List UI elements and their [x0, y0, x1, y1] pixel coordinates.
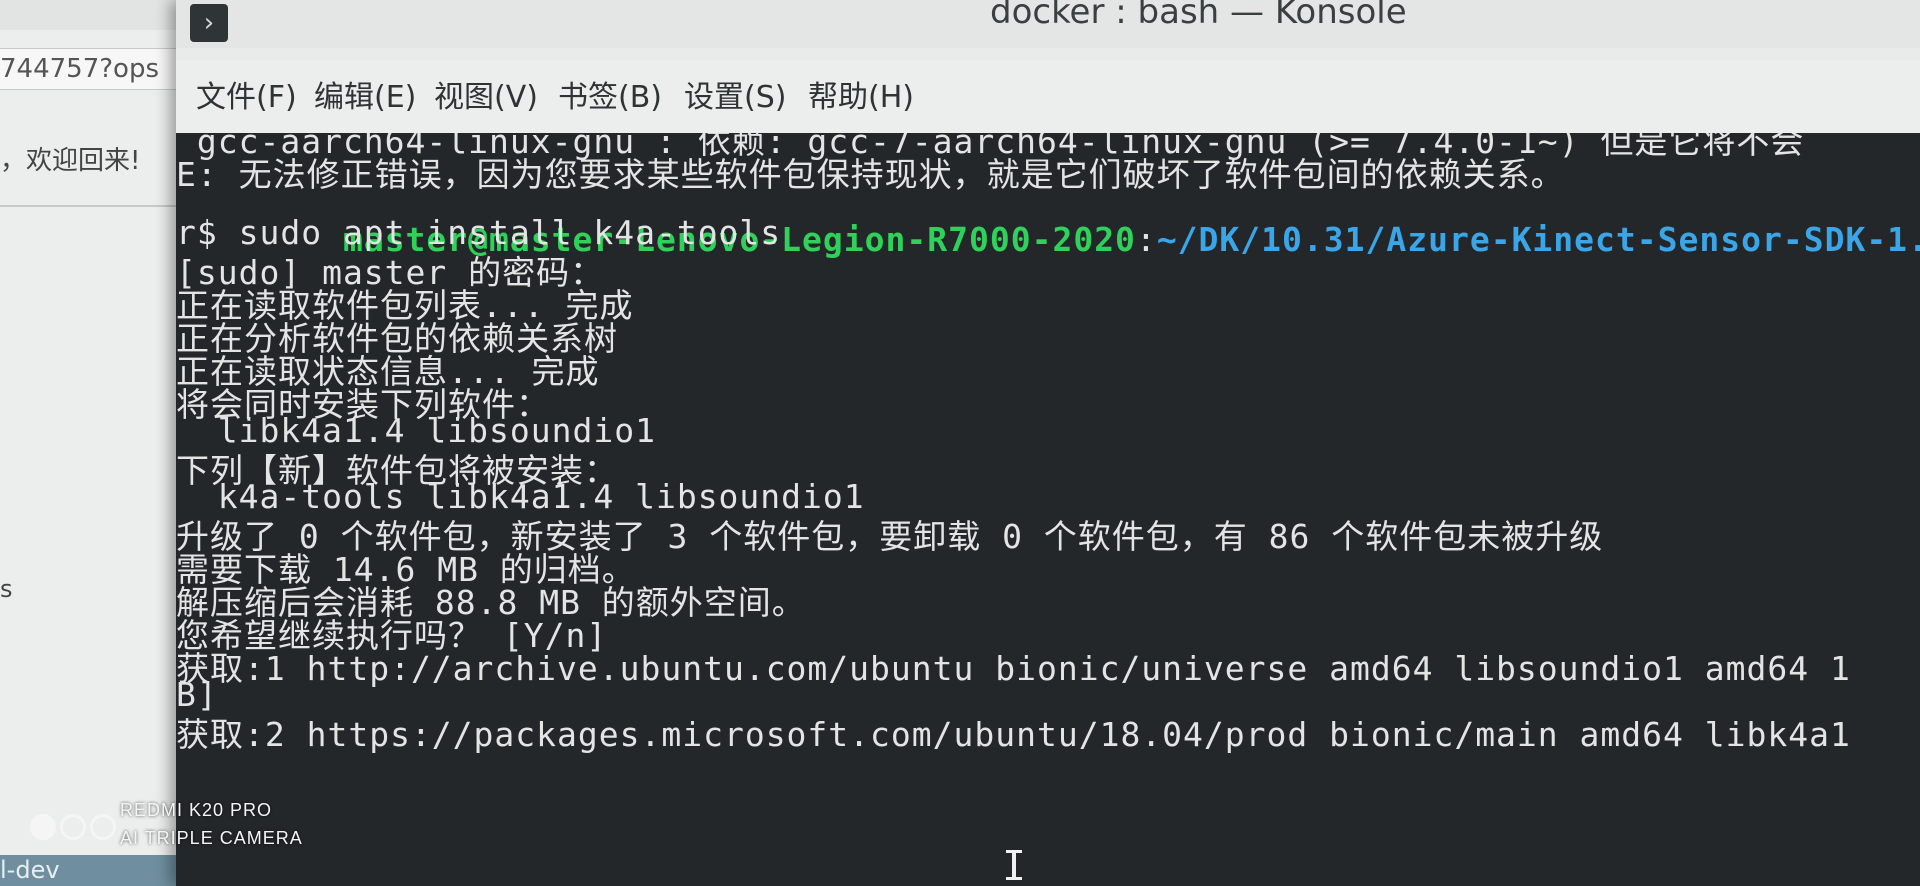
terminal-line: 获取:1 http://archive.ubuntu.com/ubuntu bi… [176, 649, 1851, 688]
background-welcome-text: ，欢迎回来! [0, 146, 141, 176]
menu-settings[interactable]: 设置(S) [684, 72, 786, 116]
terminal-line: 获取:2 https://packages.microsoft.com/ubun… [176, 715, 1851, 754]
background-bottom-tab[interactable]: l-dev [0, 855, 180, 886]
konsole-window: › docker : bash — Konsole 文件(F) 编辑(E) 视图… [176, 0, 1920, 886]
camera-lens-icon [30, 814, 120, 840]
background-browser-window: 744757?ops ，欢迎回来! s l-dev [0, 0, 180, 886]
background-edge-text: s [0, 575, 13, 603]
ibeam-cursor-icon [1006, 850, 1022, 880]
background-tab-bar [0, 0, 180, 30]
menu-view[interactable]: 视图(V) [434, 72, 538, 116]
menu-edit[interactable]: 编辑(E) [314, 72, 416, 116]
menu-file[interactable]: 文件(F) [196, 72, 297, 116]
terminal-chevron-icon[interactable]: › [190, 4, 228, 42]
background-divider [0, 205, 180, 207]
background-url-bar[interactable]: 744757?ops [0, 48, 180, 90]
window-title: docker : bash — Konsole [990, 0, 1407, 32]
prompt-path: ~/DK/10.31/Azure-Kinect-Sensor-SDK-1.4.1… [1156, 220, 1920, 259]
window-titlebar[interactable]: › docker : bash — Konsole [176, 0, 1920, 48]
menu-bar: 文件(F) 编辑(E) 视图(V) 书签(B) 设置(S) 帮助(H) [176, 60, 1920, 140]
watermark-model: REDMI K20 PRO [120, 800, 273, 820]
menu-bookmarks[interactable]: 书签(B) [558, 72, 662, 116]
watermark-camera: AI TRIPLE CAMERA [120, 828, 303, 848]
menu-help[interactable]: 帮助(H) [808, 72, 914, 116]
prompt-separator: : [1135, 220, 1157, 259]
screenshot-stage: 744757?ops ，欢迎回来! s l-dev › docker : bas… [0, 0, 1920, 886]
terminal-output[interactable]: gcc-aarch64-linux-gnu : 依赖: gcc-7-aarch6… [176, 133, 1920, 886]
